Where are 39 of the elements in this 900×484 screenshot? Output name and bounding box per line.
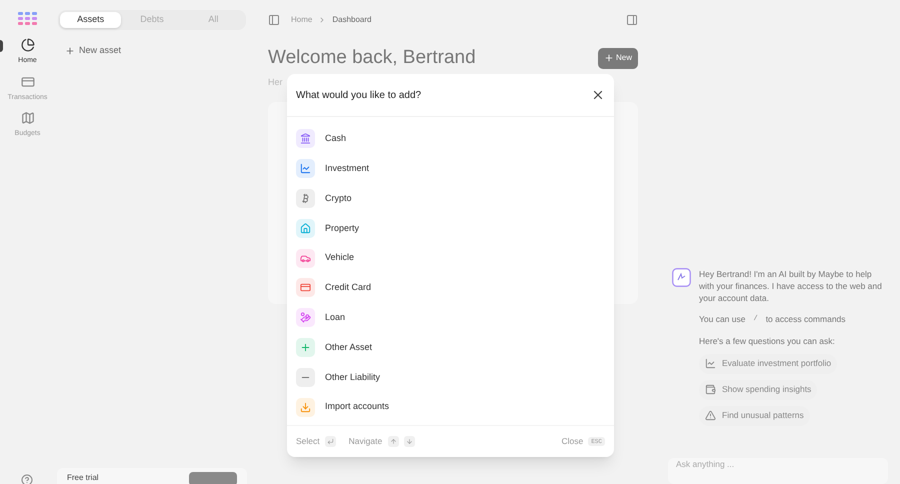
wallet-icon — [705, 384, 716, 395]
chat-intro: Hey Bertrand! I'm an AI built by Maybe to help with your finances. I have access to the web and your account data. — [699, 268, 883, 304]
close-icon[interactable] — [591, 88, 605, 102]
account-type-option[interactable]: Investment — [287, 154, 614, 184]
new-asset-button[interactable]: New asset — [65, 44, 122, 58]
chat-hint-text: You can use — [699, 313, 746, 326]
account-type-option[interactable]: Vehicle — [287, 243, 614, 273]
account-type-option[interactable]: Import accounts — [287, 392, 614, 422]
tab[interactable]: Assets — [60, 12, 122, 28]
questions-title: Here's a few questions you can ask: — [699, 334, 836, 348]
ai-avatar-icon — [672, 268, 691, 287]
chart-icon — [705, 358, 716, 369]
plus-icon — [65, 46, 75, 56]
close-hint: Close — [561, 435, 584, 448]
logo-icon — [18, 12, 38, 26]
new-button[interactable]: New — [598, 48, 638, 69]
plus-icon — [604, 53, 614, 64]
chart-pie-icon[interactable] — [20, 38, 34, 52]
map-icon[interactable] — [20, 111, 34, 125]
account-type-option[interactable]: Other Asset — [287, 332, 614, 362]
account-type-option[interactable]: Other Liability — [287, 362, 614, 392]
account-type-option[interactable]: Property — [287, 213, 614, 244]
account-type-option[interactable]: Cash — [287, 124, 614, 154]
navigate-hint: Navigate — [348, 435, 382, 448]
trial-title: Free trial — [67, 473, 99, 483]
chat-hint-text: to access commands — [766, 313, 846, 326]
page-title: Welcome back, Bertrand — [268, 46, 476, 70]
dialog-title: What would you like to add? — [296, 88, 422, 102]
account-type-option[interactable]: Crypto — [287, 184, 614, 214]
account-type-option[interactable]: Loan — [287, 302, 614, 333]
chat-toggle-icon[interactable] — [626, 14, 638, 26]
breadcrumb-current: Dashboard — [332, 14, 372, 26]
account-type-option[interactable]: Credit Card — [287, 272, 614, 303]
warning-icon — [705, 410, 716, 421]
select-hint: Select — [296, 435, 320, 448]
help-icon[interactable] — [21, 474, 33, 484]
sidebar-toggle-icon[interactable] — [268, 14, 280, 26]
credit-card-icon[interactable] — [20, 74, 34, 88]
chat-input[interactable]: Ask anything ... — [668, 458, 888, 484]
